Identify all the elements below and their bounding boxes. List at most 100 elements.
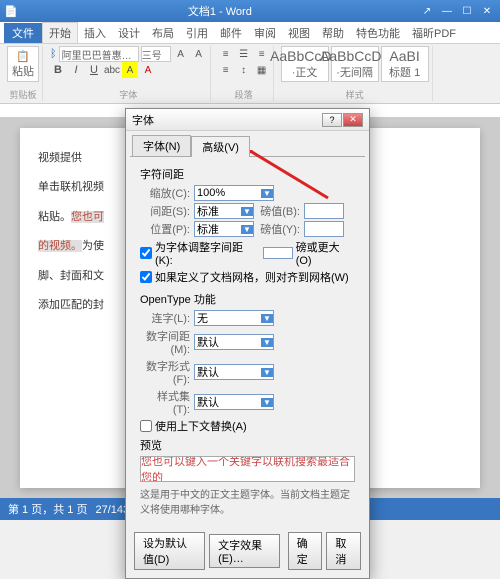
dialog-close-icon[interactable]: ✕ xyxy=(343,113,363,127)
font-dialog: 字体 ? ✕ 字体(N) 高级(V) 字符间距 缩放(C): 100%▼ 间距(… xyxy=(125,108,370,579)
grid-checkbox[interactable] xyxy=(140,271,152,283)
section-spacing: 字符间距 xyxy=(140,166,355,182)
preview-label: 预览 xyxy=(140,437,355,453)
shading-icon[interactable]: ▦ xyxy=(254,62,270,78)
set-default-button[interactable]: 设为默认值(D) xyxy=(134,532,205,570)
app-icon: 📄 xyxy=(4,5,18,18)
preview-text: 您也可以键入一个关键字以联机搜索最适合您的 xyxy=(141,456,354,482)
maximize-icon[interactable]: ☐ xyxy=(458,4,476,18)
ribbon-tabs: 文件 开始 插入 设计 布局 引用 邮件 审阅 视图 帮助 特色功能 福昕PDF xyxy=(0,22,500,44)
ribbon: 📋 粘贴 剪贴板 ᛒ 阿里巴巴普惠… 三号 A A B I U abc A A … xyxy=(0,44,500,104)
close-icon[interactable]: ✕ xyxy=(478,4,496,18)
tab-layout[interactable]: 布局 xyxy=(146,23,180,43)
bluetooth-icon[interactable]: ᛒ xyxy=(50,48,57,60)
ok-button[interactable]: 确定 xyxy=(288,532,323,570)
tab-view[interactable]: 视图 xyxy=(282,23,316,43)
dropdown-icon: ▼ xyxy=(261,398,273,407)
paste-label: 粘贴 xyxy=(12,63,34,79)
tab-file[interactable]: 文件 xyxy=(4,23,42,43)
tab-review[interactable]: 审阅 xyxy=(248,23,282,43)
spacing-select[interactable]: 标准▼ xyxy=(194,203,254,219)
kerning-unit: 磅或更大(O) xyxy=(296,239,355,267)
dialog-tabs: 字体(N) 高级(V) xyxy=(126,131,369,156)
text-effects-button[interactable]: 文字效果(E)… xyxy=(209,534,280,568)
ligatures-label: 连字(L): xyxy=(140,310,190,326)
numspacing-select[interactable]: 默认▼ xyxy=(194,334,274,350)
style-nospacing[interactable]: AaBbCcDd·无间隔 xyxy=(331,46,379,82)
dialog-body: 字符间距 缩放(C): 100%▼ 间距(S): 标准▼ 磅值(B): 位置(P… xyxy=(130,156,365,528)
dropdown-icon: ▼ xyxy=(261,189,273,198)
dropdown-icon: ▼ xyxy=(261,314,273,323)
tab-insert[interactable]: 插入 xyxy=(78,23,112,43)
numform-select[interactable]: 默认▼ xyxy=(194,364,274,380)
title-bar: 📄 文档1 - Word ↗ — ☐ ✕ xyxy=(0,0,500,22)
position-label: 位置(P): xyxy=(140,221,190,237)
tab-special[interactable]: 特色功能 xyxy=(350,23,406,43)
status-page[interactable]: 第 1 页，共 1 页 xyxy=(8,501,87,517)
scale-select[interactable]: 100%▼ xyxy=(194,185,274,201)
paste-icon: 📋 xyxy=(16,50,30,63)
font-name-select[interactable]: 阿里巴巴普惠… xyxy=(59,46,139,62)
strike-icon[interactable]: abc xyxy=(104,62,120,78)
numform-label: 数字形式(F): xyxy=(140,358,190,386)
tab-mailings[interactable]: 邮件 xyxy=(214,23,248,43)
style-heading1[interactable]: AaBI标题 1 xyxy=(381,46,429,82)
bullets-icon[interactable]: ≡ xyxy=(218,46,234,62)
grow-font-icon[interactable]: A xyxy=(173,46,189,62)
font-group-label: 字体 xyxy=(50,88,207,101)
clipboard-label: 剪贴板 xyxy=(7,88,39,101)
group-font: ᛒ 阿里巴巴普惠… 三号 A A B I U abc A A 字体 xyxy=(47,46,211,101)
tab-references[interactable]: 引用 xyxy=(180,23,214,43)
doc-title: 文档1 - Word xyxy=(22,3,418,19)
dropdown-icon: ▼ xyxy=(261,338,273,347)
shrink-font-icon[interactable]: A xyxy=(191,46,207,62)
ligatures-select[interactable]: 无▼ xyxy=(194,310,274,326)
underline-icon[interactable]: U xyxy=(86,62,102,78)
group-paragraph: ≡ ☰ ≡ ≡ ↕ ▦ 段落 xyxy=(215,46,274,101)
preview-box: 您也可以键入一个关键字以联机搜索最适合您的 xyxy=(140,456,355,482)
numbering-icon[interactable]: ☰ xyxy=(236,46,252,62)
spacing-amt-label: 磅值(B): xyxy=(258,203,300,219)
numspacing-label: 数字间距(M): xyxy=(140,328,190,356)
paste-button[interactable]: 📋 粘贴 xyxy=(7,46,39,82)
position-amt-input[interactable] xyxy=(304,221,344,237)
align-center-icon[interactable]: ≡ xyxy=(218,62,234,78)
styleset-select[interactable]: 默认▼ xyxy=(194,394,274,410)
kerning-checkbox[interactable] xyxy=(140,247,152,259)
contextalt-checkbox[interactable] xyxy=(140,420,152,432)
font-color-icon[interactable]: A xyxy=(140,62,156,78)
dialog-title: 字体 xyxy=(132,112,154,128)
italic-icon[interactable]: I xyxy=(68,62,84,78)
tab-home[interactable]: 开始 xyxy=(42,22,78,43)
tab-pdf[interactable]: 福昕PDF xyxy=(406,23,462,43)
dialog-help-icon[interactable]: ? xyxy=(322,113,342,127)
section-opentype: OpenType 功能 xyxy=(140,291,355,307)
styleset-label: 样式集(T): xyxy=(140,388,190,416)
dialog-tab-advanced[interactable]: 高级(V) xyxy=(191,136,250,157)
font-size-select[interactable]: 三号 xyxy=(141,46,171,62)
tab-design[interactable]: 设计 xyxy=(112,23,146,43)
spacing-label: 间距(S): xyxy=(140,203,190,219)
kerning-input[interactable] xyxy=(263,247,293,259)
align-left-icon[interactable]: ≡ xyxy=(254,46,270,62)
group-styles: AaBbCcDd·正文 AaBbCcDd·无间隔 AaBI标题 1 样式 xyxy=(278,46,433,101)
position-select[interactable]: 标准▼ xyxy=(194,221,254,237)
tab-help[interactable]: 帮助 xyxy=(316,23,350,43)
minimize-icon[interactable]: — xyxy=(438,4,456,18)
dialog-titlebar[interactable]: 字体 ? ✕ xyxy=(126,109,369,131)
spacing-amt-input[interactable] xyxy=(304,203,344,219)
cancel-button[interactable]: 取消 xyxy=(326,532,361,570)
dialog-tab-font[interactable]: 字体(N) xyxy=(132,135,191,156)
line-spacing-icon[interactable]: ↕ xyxy=(236,62,252,78)
window-controls: ↗ — ☐ ✕ xyxy=(418,4,496,18)
share-icon[interactable]: ↗ xyxy=(418,4,436,18)
dialog-footer: 设为默认值(D) 文字效果(E)… 确定 取消 xyxy=(126,528,369,578)
bold-icon[interactable]: B xyxy=(50,62,66,78)
dropdown-icon: ▼ xyxy=(241,225,253,234)
paragraph-label: 段落 xyxy=(218,88,270,101)
dropdown-icon: ▼ xyxy=(241,207,253,216)
position-amt-label: 磅值(Y): xyxy=(258,221,300,237)
highlight-icon[interactable]: A xyxy=(122,62,138,78)
group-clipboard: 📋 粘贴 剪贴板 xyxy=(4,46,43,101)
contextalt-label: 使用上下文替换(A) xyxy=(155,418,247,434)
